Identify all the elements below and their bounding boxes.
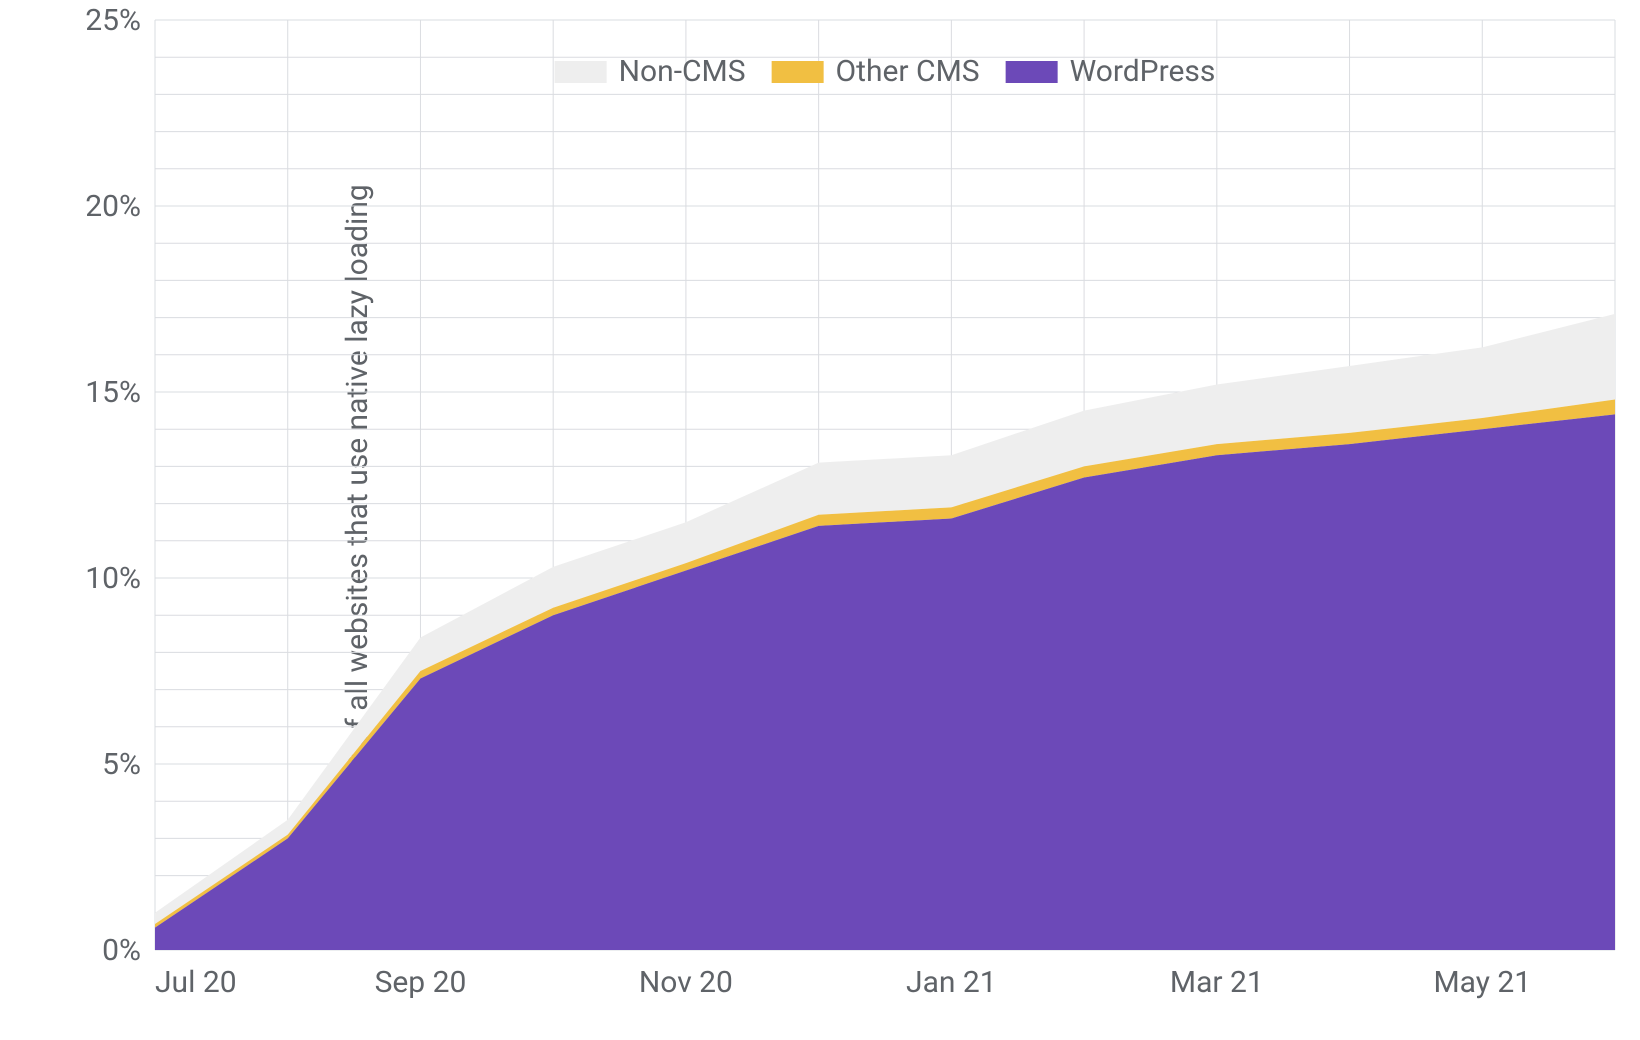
legend-label-wordpress: WordPress — [1070, 54, 1216, 89]
svg-text:5%: 5% — [102, 747, 141, 782]
svg-text:Nov 20: Nov 20 — [639, 965, 733, 1000]
svg-text:Sep 20: Sep 20 — [375, 965, 467, 1000]
svg-text:Jan 21: Jan 21 — [906, 965, 997, 1000]
legend-label-noncms: Non-CMS — [619, 54, 746, 89]
svg-text:10%: 10% — [85, 561, 141, 596]
svg-text:20%: 20% — [85, 189, 141, 224]
swatch-othercms — [772, 61, 824, 83]
legend-item-noncms: Non-CMS — [555, 54, 746, 89]
legend-item-othercms: Other CMS — [772, 54, 980, 89]
legend: Non-CMS Other CMS WordPress — [555, 54, 1216, 89]
legend-label-othercms: Other CMS — [836, 54, 980, 89]
chart-container: Percent of all websites that use native … — [0, 0, 1640, 1040]
svg-text:Mar 21: Mar 21 — [1170, 965, 1264, 1000]
swatch-wordpress — [1006, 61, 1058, 83]
legend-item-wordpress: WordPress — [1006, 54, 1216, 89]
svg-text:Jul 20: Jul 20 — [155, 965, 237, 1000]
svg-text:15%: 15% — [85, 375, 141, 410]
swatch-noncms — [555, 61, 607, 83]
plot-area: 0%5%10%15%20%25%Jul 20Sep 20Nov 20Jan 21… — [155, 20, 1615, 950]
chart-svg: 0%5%10%15%20%25%Jul 20Sep 20Nov 20Jan 21… — [155, 20, 1615, 1020]
svg-text:May 21: May 21 — [1433, 965, 1531, 1000]
svg-text:25%: 25% — [85, 3, 141, 38]
svg-text:0%: 0% — [102, 933, 141, 968]
